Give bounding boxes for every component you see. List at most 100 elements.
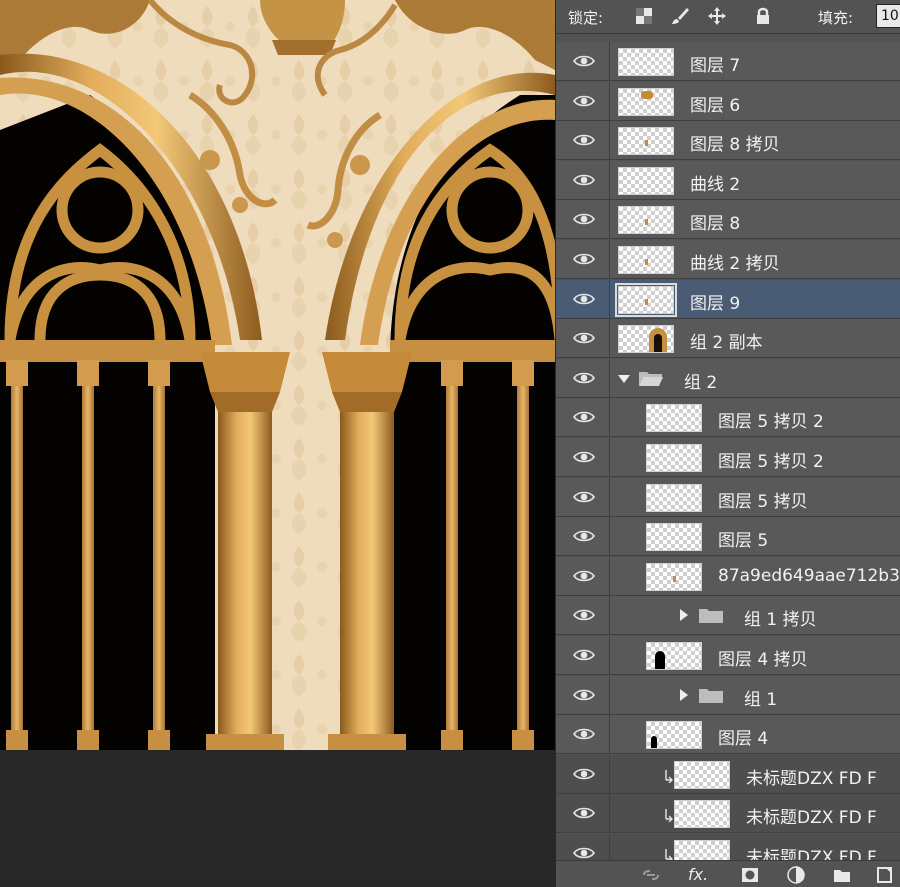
eye-icon[interactable] bbox=[573, 211, 595, 227]
layer-name[interactable]: 未标题DZX FD F bbox=[746, 764, 877, 789]
layer-row[interactable]: 图层 5 拷贝 2 bbox=[556, 438, 900, 477]
eye-icon[interactable] bbox=[573, 607, 595, 623]
new-layer-icon[interactable] bbox=[874, 865, 894, 885]
layer-row[interactable]: 图层 9 bbox=[556, 280, 900, 319]
collapse-arrow-icon[interactable] bbox=[618, 375, 630, 383]
eye-icon[interactable] bbox=[573, 251, 595, 267]
layer-row[interactable]: 组 2 副本 bbox=[556, 319, 900, 358]
eye-icon[interactable] bbox=[573, 766, 595, 782]
layer-name[interactable]: 曲线 2 bbox=[690, 170, 740, 195]
lock-all-padlock-icon[interactable] bbox=[753, 6, 773, 26]
layer-row[interactable]: 图层 8 bbox=[556, 200, 900, 239]
visibility-toggle[interactable] bbox=[556, 42, 610, 80]
eye-icon[interactable] bbox=[573, 291, 595, 307]
layer-name[interactable]: 图层 9 bbox=[690, 289, 740, 314]
layer-row[interactable]: 未标题DZX FD F bbox=[556, 794, 900, 833]
layer-row[interactable]: 图层 8 拷贝 bbox=[556, 121, 900, 160]
visibility-toggle[interactable] bbox=[556, 557, 610, 595]
visibility-toggle[interactable] bbox=[556, 517, 610, 555]
layer-name[interactable]: 未标题DZX FD F bbox=[746, 843, 877, 860]
layer-row[interactable]: 未标题DZX FD F bbox=[556, 834, 900, 860]
visibility-toggle[interactable] bbox=[556, 161, 610, 199]
link-layers-icon[interactable] bbox=[641, 865, 661, 885]
expand-arrow-icon[interactable] bbox=[680, 689, 688, 701]
document-canvas[interactable] bbox=[0, 0, 555, 887]
visibility-toggle[interactable] bbox=[556, 438, 610, 476]
eye-icon[interactable] bbox=[573, 805, 595, 821]
visibility-toggle[interactable] bbox=[556, 280, 610, 318]
visibility-toggle[interactable] bbox=[556, 82, 610, 120]
layer-name[interactable]: 图层 8 拷贝 bbox=[690, 130, 780, 155]
lock-transparent-pixels-icon[interactable] bbox=[634, 6, 654, 26]
layer-name[interactable]: 图层 5 拷贝 bbox=[718, 487, 808, 512]
eye-icon[interactable] bbox=[573, 370, 595, 386]
layer-name[interactable]: 87a9ed649aae712b3 bbox=[718, 566, 900, 586]
eye-icon[interactable] bbox=[573, 132, 595, 148]
layer-name[interactable]: 图层 7 bbox=[690, 51, 740, 76]
layer-row[interactable]: 未标题DZX FD F bbox=[556, 755, 900, 794]
lock-image-pixels-brush-icon[interactable] bbox=[670, 6, 690, 26]
layer-group-row[interactable]: 组 1 bbox=[556, 676, 900, 715]
fill-input[interactable]: 10 bbox=[876, 4, 900, 28]
eye-icon[interactable] bbox=[573, 726, 595, 742]
new-group-icon[interactable] bbox=[832, 865, 852, 885]
visibility-toggle[interactable] bbox=[556, 596, 610, 634]
visibility-toggle[interactable] bbox=[556, 398, 610, 436]
layer-row[interactable]: 曲线 2 bbox=[556, 161, 900, 200]
layer-row[interactable]: 图层 4 拷贝 bbox=[556, 636, 900, 675]
eye-icon[interactable] bbox=[573, 93, 595, 109]
layer-name[interactable]: 图层 4 拷贝 bbox=[718, 645, 808, 670]
visibility-toggle[interactable] bbox=[556, 636, 610, 674]
eye-icon[interactable] bbox=[573, 449, 595, 465]
visibility-toggle[interactable] bbox=[556, 794, 610, 832]
adjustment-layer-icon[interactable] bbox=[786, 865, 806, 885]
visibility-toggle[interactable] bbox=[556, 834, 610, 860]
eye-icon[interactable] bbox=[573, 845, 595, 860]
eye-icon[interactable] bbox=[573, 409, 595, 425]
layer-group-row[interactable]: 组 2 bbox=[556, 359, 900, 398]
clipping-mask-arrow-icon bbox=[664, 847, 674, 860]
visibility-toggle[interactable] bbox=[556, 676, 610, 714]
layer-name[interactable]: 组 2 副本 bbox=[690, 328, 763, 353]
eye-icon[interactable] bbox=[573, 528, 595, 544]
layer-row[interactable]: 图层 6 bbox=[556, 82, 900, 121]
expand-arrow-icon[interactable] bbox=[680, 609, 688, 621]
layer-group-row[interactable]: 组 1 拷贝 bbox=[556, 596, 900, 635]
layer-row[interactable]: 曲线 2 拷贝 bbox=[556, 240, 900, 279]
layer-name[interactable]: 曲线 2 拷贝 bbox=[690, 249, 780, 274]
eye-icon[interactable] bbox=[573, 647, 595, 663]
eye-icon[interactable] bbox=[573, 172, 595, 188]
layer-name[interactable]: 图层 6 bbox=[690, 91, 740, 116]
layer-row[interactable]: 图层 4 bbox=[556, 715, 900, 754]
visibility-toggle[interactable] bbox=[556, 715, 610, 753]
visibility-toggle[interactable] bbox=[556, 121, 610, 159]
layer-name[interactable]: 图层 4 bbox=[718, 724, 768, 749]
layer-name[interactable]: 组 1 拷贝 bbox=[744, 605, 817, 630]
eye-icon[interactable] bbox=[573, 330, 595, 346]
layer-name[interactable]: 图层 5 bbox=[718, 526, 768, 551]
layer-name[interactable]: 图层 8 bbox=[690, 209, 740, 234]
eye-icon[interactable] bbox=[573, 687, 595, 703]
layer-name[interactable]: 组 2 bbox=[684, 368, 717, 393]
layer-name[interactable]: 未标题DZX FD F bbox=[746, 803, 877, 828]
visibility-toggle[interactable] bbox=[556, 240, 610, 278]
visibility-toggle[interactable] bbox=[556, 755, 610, 793]
visibility-toggle[interactable] bbox=[556, 200, 610, 238]
layer-name[interactable]: 图层 5 拷贝 2 bbox=[718, 447, 824, 472]
layer-row[interactable]: 图层 7 bbox=[556, 42, 900, 81]
visibility-toggle[interactable] bbox=[556, 478, 610, 516]
layer-row[interactable]: 图层 5 拷贝 bbox=[556, 478, 900, 517]
layer-name[interactable]: 组 1 bbox=[744, 685, 777, 710]
visibility-toggle[interactable] bbox=[556, 319, 610, 357]
layer-row[interactable]: 图层 5 bbox=[556, 517, 900, 556]
layer-row[interactable]: 87a9ed649aae712b3 bbox=[556, 557, 900, 596]
add-mask-icon[interactable] bbox=[740, 865, 760, 885]
eye-icon[interactable] bbox=[573, 53, 595, 69]
lock-position-move-icon[interactable] bbox=[707, 6, 727, 26]
fx-icon[interactable]: fx. bbox=[688, 865, 718, 885]
visibility-toggle[interactable] bbox=[556, 359, 610, 397]
eye-icon[interactable] bbox=[573, 489, 595, 505]
eye-icon[interactable] bbox=[573, 568, 595, 584]
layer-row[interactable]: 图层 5 拷贝 2 bbox=[556, 398, 900, 437]
layer-name[interactable]: 图层 5 拷贝 2 bbox=[718, 407, 824, 432]
